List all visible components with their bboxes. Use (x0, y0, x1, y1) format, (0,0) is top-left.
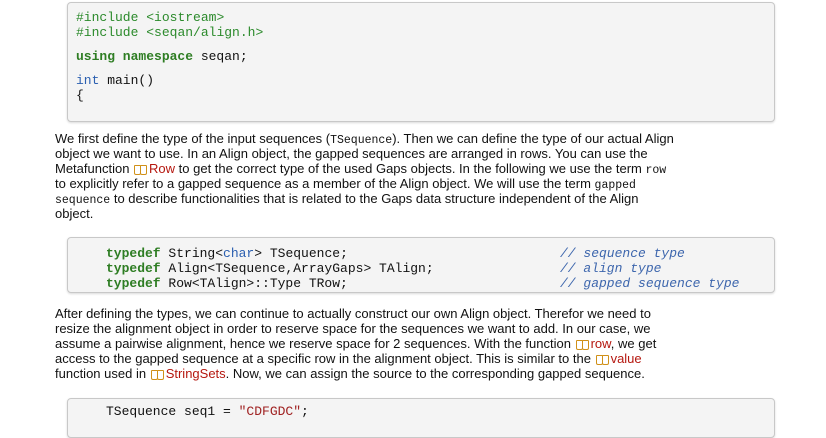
code-line: typedef String<char> TSequence; // sequen… (106, 246, 774, 261)
code-keyword: typedef (106, 261, 161, 276)
book-icon (134, 165, 148, 175)
paragraph-construct-align: After defining the types, we can continu… (55, 306, 771, 381)
text: function used in (55, 366, 150, 381)
code-header: <seqan/align.h> (146, 25, 264, 40)
text: to describe functionalities that is rela… (110, 191, 639, 206)
text: to get the correct type of the used Gaps… (175, 161, 646, 176)
link-row-function[interactable]: row (591, 336, 611, 351)
code-line: typedef Align<TSequence,ArrayGaps> TAlig… (106, 261, 774, 276)
code-line: #include <iostream> (76, 10, 774, 25)
code-text: Align<TSequence,ArrayGaps> TAlign; (160, 261, 434, 276)
code-text: main() (99, 73, 155, 88)
code-block-typedefs: typedef String<char> TSequence; // sequen… (67, 237, 775, 293)
book-icon (575, 340, 589, 350)
code-comment: // gapped sequence type (560, 276, 740, 291)
code-directive: #include (76, 10, 139, 25)
code-keyword: typedef (106, 276, 161, 291)
text: , we get (610, 336, 657, 351)
code-keyword: typedef (106, 246, 161, 261)
code-line: typedef Row<TAlign>::Type TRow; // gapped… (106, 276, 774, 291)
code-text: Row<TAlign>::Type TRow; (160, 276, 348, 291)
text: access to the gapped sequence at a speci… (55, 351, 595, 366)
code-directive: #include (76, 25, 139, 40)
code-text: ; (301, 404, 309, 419)
code-brace: { (76, 88, 84, 103)
code-line: int main() (76, 73, 774, 88)
code-comment: // sequence type (560, 246, 685, 261)
text: . Now, we can assign the source to the c… (225, 366, 645, 381)
code-text: > TSequence; (254, 246, 348, 261)
text: resize the alignment object in order to … (55, 321, 651, 336)
code-text: seqan; (193, 49, 248, 64)
code-type: int (76, 73, 100, 88)
text: We first define the type of the input se… (55, 131, 331, 146)
book-icon (150, 370, 164, 380)
code-block-includes: #include <iostream> #include <seqan/alig… (67, 2, 775, 122)
code-block-sequence: TSequence seq1 = "CDFGDC"; (67, 398, 775, 438)
text: object. (55, 206, 94, 221)
code-header: <iostream> (146, 10, 225, 25)
code-line: { (76, 88, 774, 103)
text: assume a pairwise alignment, hence we re… (55, 336, 575, 351)
code-text: TSequence seq1 = (106, 404, 239, 419)
text: Metafunction (55, 161, 134, 176)
paragraph-align-types: We first define the type of the input se… (55, 131, 771, 221)
code-line: TSequence seq1 = "CDFGDC"; (106, 404, 774, 419)
code-type: char (223, 246, 255, 261)
code-string: "CDFGDC" (238, 404, 302, 419)
text: object we want to use. In an Align objec… (55, 146, 648, 161)
code-keyword: using namespace (76, 49, 194, 64)
link-value[interactable]: value (611, 351, 642, 366)
link-row[interactable]: Row (149, 161, 175, 176)
code-comment: // align type (560, 261, 662, 276)
link-stringsets[interactable]: StringSets (166, 366, 226, 381)
code-line: #include <seqan/align.h> (76, 25, 774, 40)
code-text: String< (160, 246, 224, 261)
text: After defining the types, we can continu… (55, 306, 651, 321)
text: ). Then we can define the type of our ac… (392, 131, 674, 146)
book-icon (595, 355, 609, 365)
inline-code: row (645, 164, 667, 177)
text: to explicitly refer to a gapped sequence… (55, 176, 595, 191)
code-line: using namespace seqan; (76, 49, 774, 64)
